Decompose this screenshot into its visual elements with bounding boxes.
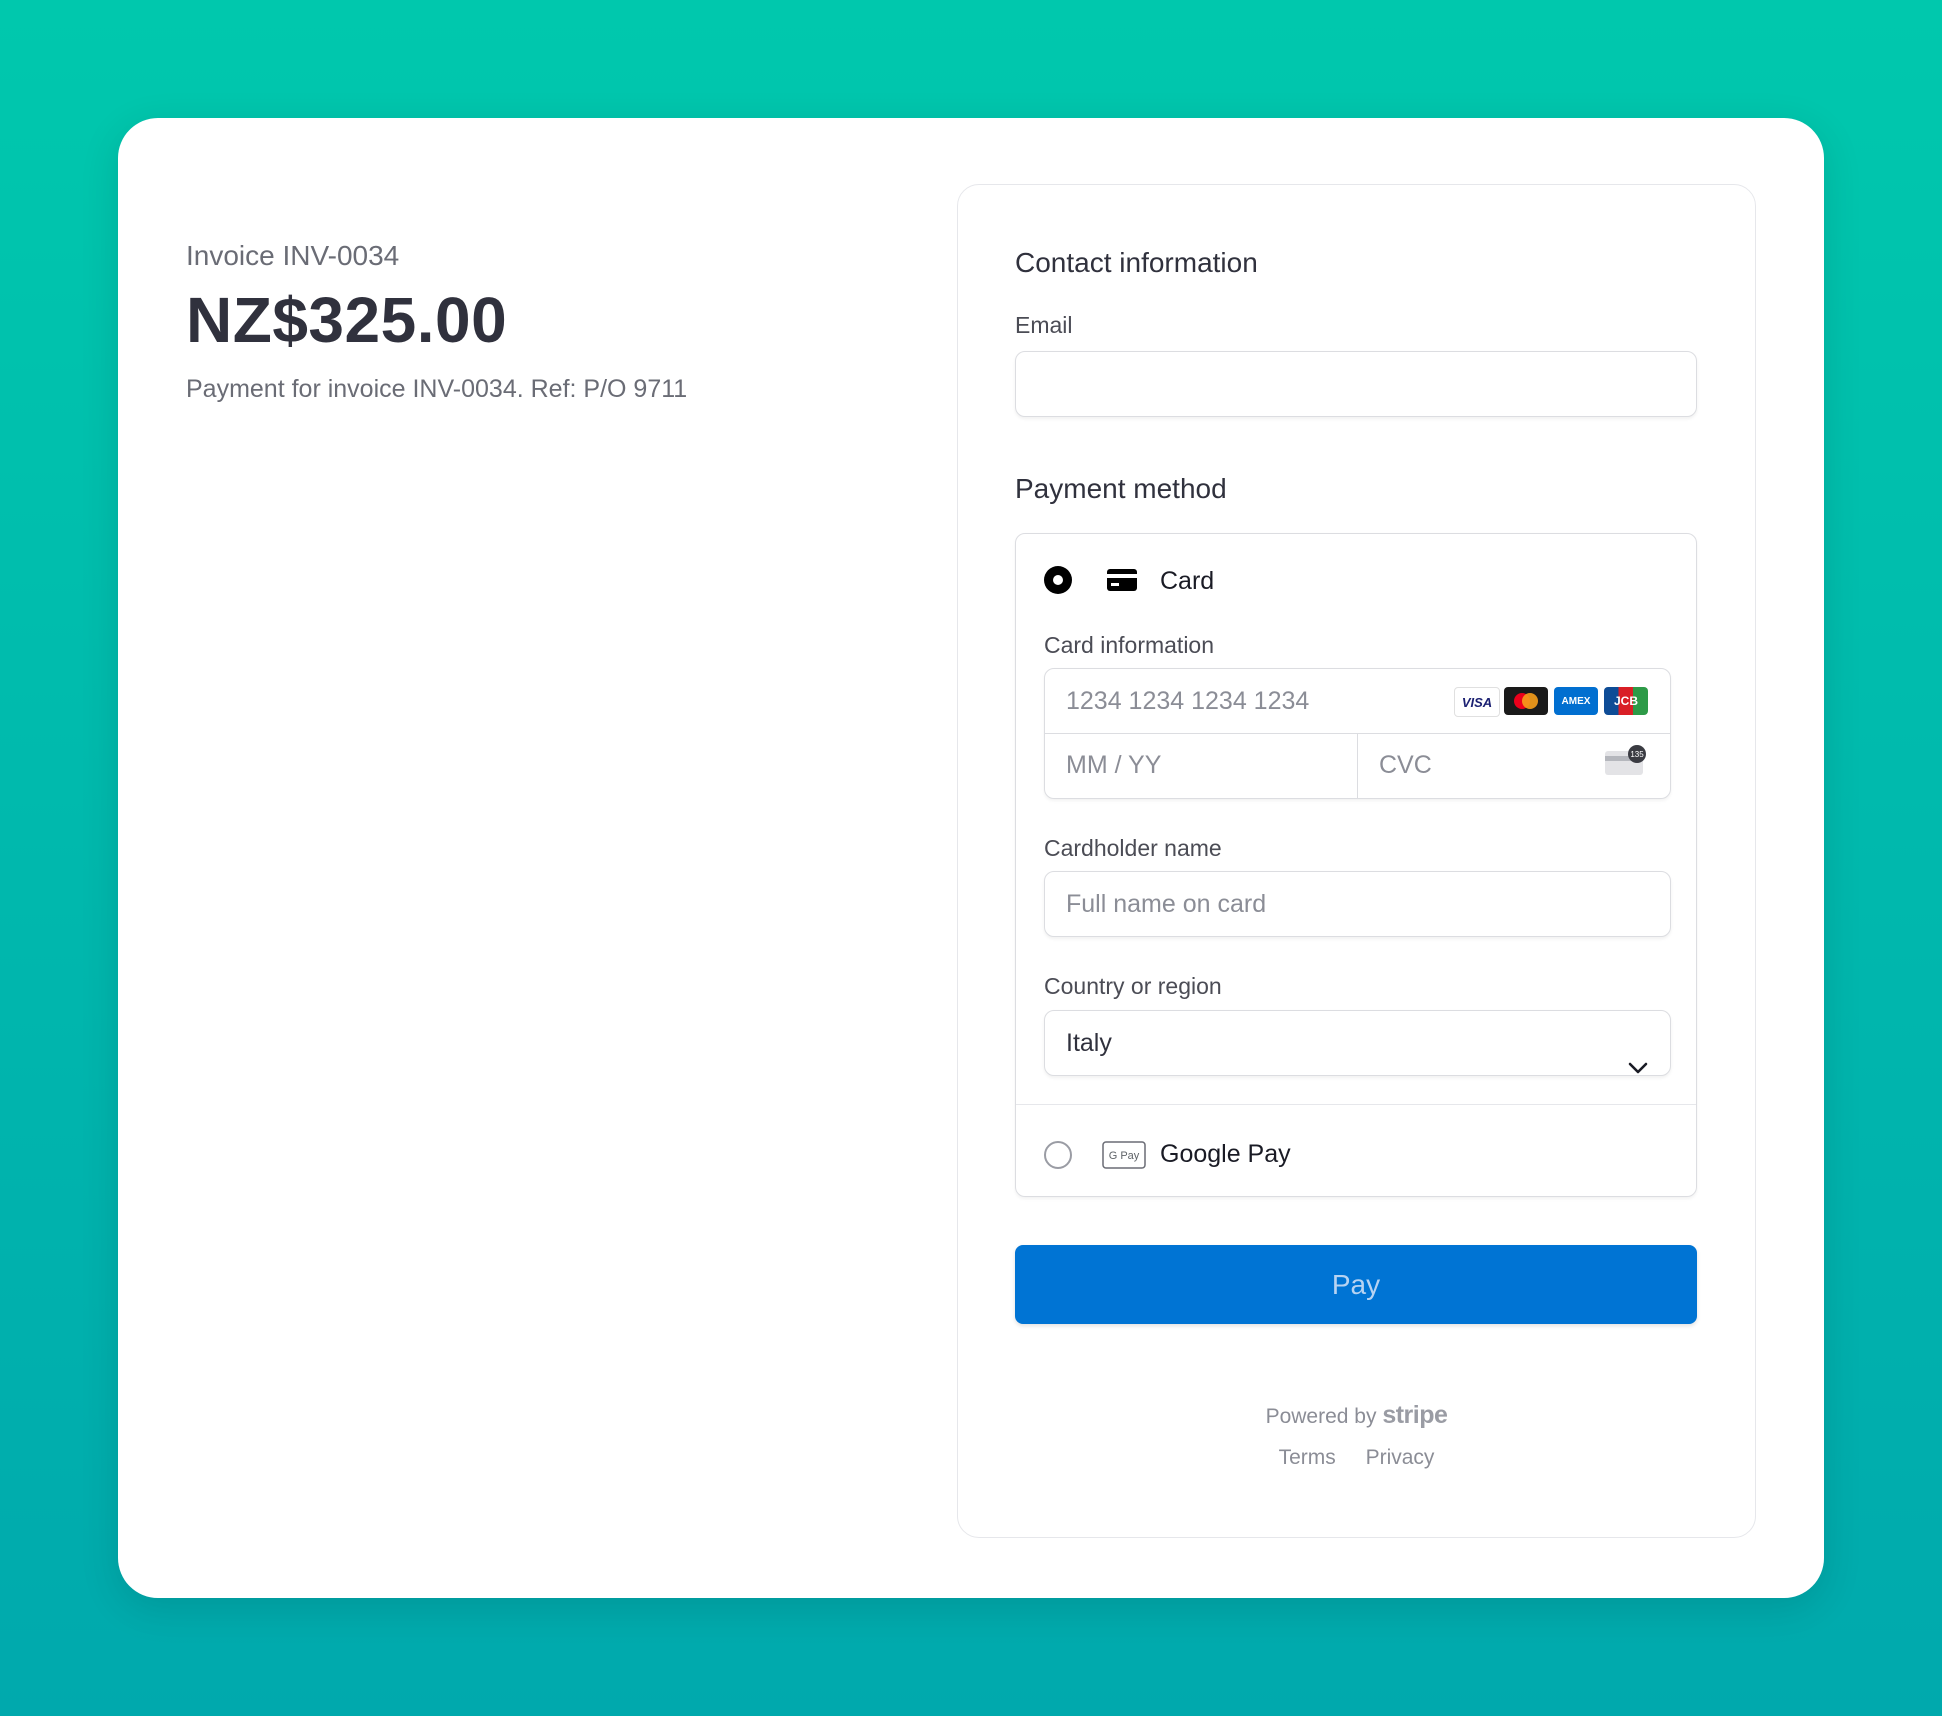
card-radio-selected[interactable] bbox=[1044, 566, 1072, 594]
payment-method-separator bbox=[1016, 1104, 1696, 1105]
amex-icon: AMEX bbox=[1554, 687, 1598, 715]
invoice-summary: Invoice INV-0034 NZ$325.00 Payment for i… bbox=[186, 242, 886, 404]
contact-section-title: Contact information bbox=[1015, 247, 1258, 278]
card-number-input[interactable]: 1234 1234 1234 1234 bbox=[1066, 687, 1309, 716]
jcb-icon: JCB bbox=[1604, 687, 1648, 715]
mastercard-icon bbox=[1504, 687, 1548, 715]
payment-form-panel: Contact information Email Payment method… bbox=[957, 184, 1756, 1538]
google-pay-radio[interactable] bbox=[1044, 1141, 1072, 1169]
credit-card-icon bbox=[1107, 569, 1137, 596]
stripe-logo[interactable]: stripe bbox=[1382, 1401, 1448, 1429]
cardholder-label: Cardholder name bbox=[1044, 835, 1222, 861]
country-select[interactable]: Italy bbox=[1044, 1010, 1671, 1076]
chevron-down-icon bbox=[1628, 1035, 1648, 1099]
card-information-label: Card information bbox=[1044, 632, 1215, 658]
pay-button[interactable]: Pay bbox=[1015, 1245, 1697, 1324]
cardholder-name-field[interactable] bbox=[1044, 871, 1671, 937]
google-pay-icon: G Pay bbox=[1102, 1141, 1146, 1174]
svg-text:135: 135 bbox=[1630, 750, 1644, 759]
terms-link[interactable]: Terms bbox=[1279, 1446, 1336, 1469]
invoice-description: Payment for invoice INV-0034. Ref: P/O 9… bbox=[186, 375, 688, 403]
country-label: Country or region bbox=[1044, 973, 1222, 999]
powered-by-text: Powered by bbox=[1265, 1405, 1377, 1428]
powered-by-stripe: Powered by stripe bbox=[958, 1401, 1755, 1430]
visa-icon: VISA bbox=[1454, 687, 1500, 717]
cvc-card-back-icon: 135 bbox=[1603, 745, 1649, 784]
card-number-row: 1234 1234 1234 1234 VISA AMEX JCB bbox=[1045, 669, 1670, 734]
expiry-input[interactable]: MM / YY bbox=[1066, 751, 1161, 780]
privacy-link[interactable]: Privacy bbox=[1366, 1446, 1435, 1469]
email-field[interactable] bbox=[1015, 351, 1697, 417]
country-value: Italy bbox=[1066, 1029, 1112, 1057]
payment-section-title: Payment method bbox=[1015, 473, 1227, 504]
card-information-group: 1234 1234 1234 1234 VISA AMEX JCB MM / Y… bbox=[1044, 668, 1671, 799]
email-label: Email bbox=[1015, 312, 1073, 338]
invoice-amount: NZ$325.00 bbox=[186, 284, 508, 356]
payment-method-box: Card Card information 1234 1234 1234 123… bbox=[1015, 533, 1697, 1197]
card-option-label[interactable]: Card bbox=[1160, 567, 1214, 596]
google-pay-label[interactable]: Google Pay bbox=[1160, 1140, 1291, 1169]
invoice-label: Invoice INV-0034 bbox=[186, 240, 400, 271]
card-field-divider bbox=[1357, 733, 1358, 799]
cvc-input[interactable]: CVC bbox=[1379, 751, 1432, 780]
footer-links: Terms Privacy bbox=[958, 1446, 1755, 1470]
svg-text:G Pay: G Pay bbox=[1109, 1150, 1140, 1162]
checkout-card: Invoice INV-0034 NZ$325.00 Payment for i… bbox=[118, 118, 1824, 1598]
